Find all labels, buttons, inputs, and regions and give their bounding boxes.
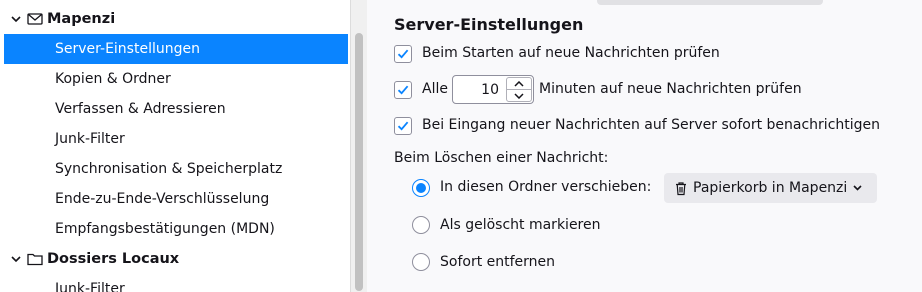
sidebar-item-local-junk-filter[interactable]: Junk-Filter (0, 274, 348, 292)
sidebar-item-label: Kopien & Ordner (55, 71, 171, 87)
top-edge-bar (597, 0, 823, 5)
minutes-input[interactable]: 10 (453, 82, 499, 98)
check-on-startup-label: Beim Starten auf neue Nachrichten prüfen (422, 45, 720, 61)
chevron-down-icon[interactable] (10, 253, 22, 265)
trash-folder-label: Papierkorb in Mapenzi (693, 180, 848, 196)
mark-deleted-radio[interactable] (412, 216, 430, 234)
checkmark-icon (397, 85, 409, 95)
trash-icon (676, 181, 686, 195)
settings-pane: Server-Einstellungen Beim Starten auf ne… (367, 0, 922, 292)
account-row-local-folders[interactable]: Dossiers Locaux (0, 244, 348, 274)
move-to-folder-radio[interactable] (412, 179, 430, 197)
sidebar-item-return-receipts[interactable]: Empfangsbestätigungen (MDN) (0, 214, 348, 244)
sidebar-item-label: Verfassen & Adressieren (55, 101, 226, 117)
sidebar-item-e2e-encryption[interactable]: Ende-zu-Ende-Verschlüsselung (0, 184, 348, 214)
checkmark-icon (397, 121, 409, 131)
mark-deleted-label: Als gelöscht markieren (440, 217, 601, 233)
chevron-down-icon (853, 185, 862, 191)
account-tree: Mapenzi Server-Einstellungen Kopien & Or… (0, 0, 350, 292)
remove-immediately-label: Sofort entfernen (440, 254, 556, 270)
chevron-up-icon (514, 80, 524, 87)
sidebar-scrollbar[interactable] (350, 0, 367, 292)
envelope-icon (27, 13, 43, 25)
checkmark-icon (397, 49, 409, 59)
folder-icon (27, 253, 43, 266)
move-to-folder-label: In diesen Ordner verschieben: (440, 179, 652, 195)
scrollbar-thumb[interactable] (355, 33, 363, 291)
sidebar-item-composition[interactable]: Verfassen & Adressieren (0, 94, 348, 124)
trash-folder-picker[interactable]: Papierkorb in Mapenzi (664, 173, 877, 203)
minutes-stepper[interactable]: 10 (452, 75, 534, 104)
sidebar-item-label: Synchronisation & Speicherplatz (55, 161, 283, 177)
notify-new-messages-label: Bei Eingang neuer Nachrichten auf Server… (422, 117, 881, 133)
chevron-down-icon (514, 92, 524, 99)
remove-immediately-radio[interactable] (412, 253, 430, 271)
sidebar-item-label: Junk-Filter (55, 131, 125, 147)
check-interval-suffix: Minuten auf neue Nachrichten prüfen (539, 81, 802, 97)
sidebar-item-sync-storage[interactable]: Synchronisation & Speicherplatz (0, 154, 348, 184)
sidebar-item-label: Junk-Filter (55, 281, 125, 292)
check-interval-prefix: Alle (422, 81, 448, 97)
check-interval-checkbox[interactable] (394, 81, 412, 99)
spin-up-button[interactable] (507, 78, 531, 90)
delete-section-heading: Beim Löschen einer Nachricht: (394, 150, 609, 166)
page-title: Server-Einstellungen (394, 15, 584, 34)
sidebar-item-copies-folders[interactable]: Kopien & Ordner (0, 64, 348, 94)
sidebar-item-label: Empfangsbestätigungen (MDN) (55, 221, 275, 237)
sidebar-item-server-settings[interactable]: Server-Einstellungen (4, 34, 348, 64)
chevron-down-icon[interactable] (10, 13, 22, 25)
spin-down-button[interactable] (507, 90, 531, 101)
radio-dot (416, 183, 426, 193)
spin-buttons (506, 77, 532, 102)
check-on-startup-checkbox[interactable] (394, 45, 412, 63)
sidebar-item-label: Ende-zu-Ende-Verschlüsselung (55, 191, 270, 207)
account-row-mapenzi[interactable]: Mapenzi (0, 4, 348, 34)
account-name: Dossiers Locaux (47, 251, 180, 267)
notify-new-messages-checkbox[interactable] (394, 117, 412, 135)
sidebar-item-label: Server-Einstellungen (55, 41, 200, 57)
sidebar-item-junk-filter[interactable]: Junk-Filter (0, 124, 348, 154)
account-name: Mapenzi (47, 11, 116, 27)
